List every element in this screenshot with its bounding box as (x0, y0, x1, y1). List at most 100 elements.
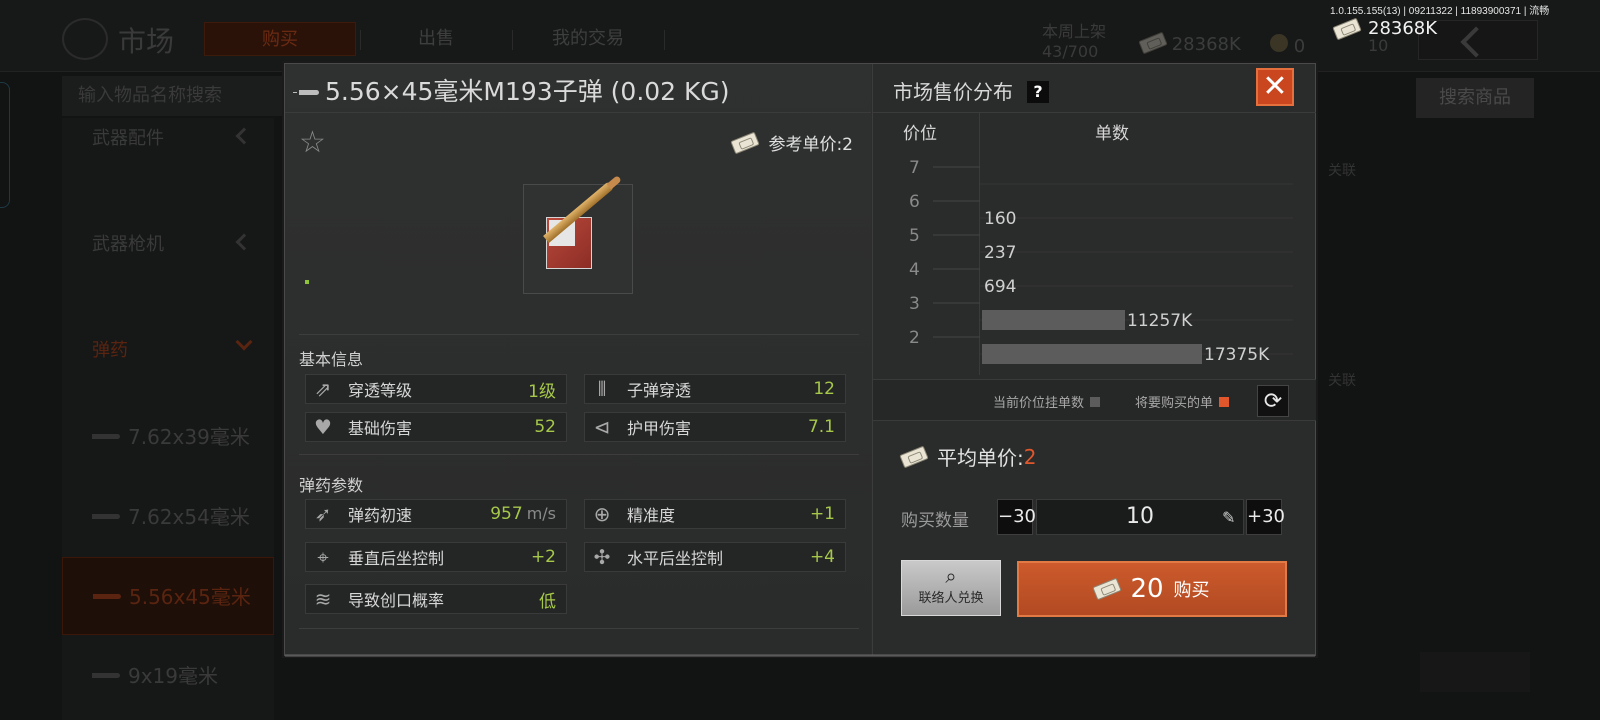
velocity-unit: m/s (526, 504, 556, 523)
reference-price: 参考单价:2 (730, 130, 853, 155)
close-button[interactable]: ✕ (1256, 68, 1294, 106)
status-dot (305, 280, 309, 284)
bullet-icon (293, 89, 319, 95)
bg-refresh-button[interactable] (1420, 652, 1530, 692)
stat-muzzle-velocity: ➶ 弹药初速 957 m/s (305, 499, 567, 529)
column-price-header: 价位 (903, 124, 937, 144)
legend-buy: 将要购买的单 (1135, 392, 1230, 411)
stat-vertical-recoil: ⌖ 垂直后坐控制 +2 (305, 542, 567, 572)
weekly-listing-label: 本周上架 (1042, 22, 1107, 41)
stat-value: 957 m/s (490, 504, 566, 524)
divider (285, 112, 871, 113)
buy-button[interactable]: 20 购买 (1017, 561, 1287, 617)
quantity-label: 购买数量 (901, 511, 969, 531)
tab-divider (664, 30, 665, 50)
price-tick-label: 7 (909, 158, 920, 178)
tab-my-trades[interactable]: 我的交易 (512, 22, 664, 56)
crosshair-icon: ⊕ (593, 502, 611, 526)
stat-horizontal-recoil: ✣ 水平后坐控制 +4 (584, 542, 846, 572)
search-icon: ⌕ (945, 564, 957, 588)
price-bar (982, 344, 1202, 364)
average-price-value: 2 (1023, 444, 1037, 469)
money-bill-icon (899, 445, 929, 468)
money-bill-icon (1092, 577, 1123, 601)
bar-count-label: 694 (984, 277, 1016, 297)
bg-coins: 0 (1270, 34, 1305, 57)
increase-quantity-button[interactable]: +30 (1246, 499, 1285, 535)
stat-value: 低 (539, 591, 556, 612)
basic-info-title: 基本信息 (299, 350, 364, 369)
pencil-icon[interactable]: ✎ (1222, 508, 1235, 527)
favorite-star-icon[interactable]: ☆ (299, 128, 326, 158)
price-tick-label: 5 (909, 226, 920, 246)
quantity-input[interactable]: 10 (1036, 499, 1244, 535)
contact-exchange-label: 联络人兑换 (918, 591, 984, 606)
weekly-listing-count: 43/700 (1042, 42, 1099, 61)
vertical-recoil-icon: ⌖ (317, 545, 329, 569)
tab-buy[interactable]: 购买 (204, 22, 356, 56)
follow-link[interactable]: 关联 (1328, 160, 1356, 180)
item-image (523, 180, 633, 294)
chart-plot: 76543216023769411257K17375K10664K (909, 158, 1293, 365)
legend-buy-swatch (1219, 396, 1230, 407)
stat-value: +4 (809, 547, 835, 567)
stat-value: 1级 (528, 381, 556, 402)
money-bill-icon (1138, 31, 1168, 55)
ammo-item-5-56x45[interactable]: 5.56x45毫米 (62, 557, 274, 635)
search-items-button[interactable]: 搜索商品 (1416, 78, 1534, 118)
item-name: 5.56×45毫米M193子弹 (0.02 KG) (325, 77, 730, 106)
bar-count-label: 17375K (1204, 345, 1270, 365)
stat-value: 12 (813, 379, 835, 399)
tab-sell[interactable]: 出售 (360, 22, 512, 56)
category-weapon-accessories[interactable]: 武器配件 (92, 124, 164, 150)
chart-legend: 当前价位挂单数 将要购买的单 ⟳ (873, 379, 1316, 421)
price-tick-label: 2 (909, 328, 920, 348)
side-edge-handle[interactable] (0, 82, 10, 208)
stat-value: +1 (809, 504, 835, 524)
help-icon[interactable]: ? (1027, 81, 1049, 103)
legend-current-label: 当前价位挂单数 (993, 396, 1085, 411)
average-price: 平均单价: 2 (899, 442, 1037, 471)
price-tick-label: 4 (909, 260, 920, 280)
legend-current-swatch (1090, 396, 1101, 407)
stat-value: 52 (534, 417, 556, 437)
buy-label: 购买 (1173, 580, 1210, 601)
stat-armor-damage: ⊲ 护甲伤害 7.1 (584, 412, 846, 442)
bar-count-label: 160 (984, 209, 1016, 229)
item-title: 5.56×45毫米M193子弹 (0.02 KG) (293, 72, 730, 112)
bar-count-label: 11257K (1127, 311, 1193, 331)
decrease-quantity-button[interactable]: −30 (997, 499, 1036, 535)
price-bar (982, 310, 1125, 330)
stat-label: 精准度 (627, 506, 676, 525)
stat-label: 水平后坐控制 (627, 549, 724, 568)
item-purchase-dialog: 5.56×45毫米M193子弹 (0.02 KG) ☆ 参考单价:2 基本信息 … (284, 63, 1316, 657)
ammo-item-7-62x39[interactable]: 7.62x39毫米 (62, 398, 274, 476)
wound-icon: ≋ (314, 587, 332, 611)
second-currency: 10 (1368, 36, 1389, 55)
bg-coins-value: 0 (1293, 36, 1306, 57)
bg-money: 28368K (1138, 31, 1241, 55)
buy-price: 20 (1130, 574, 1164, 604)
bar-count-label: 237 (984, 243, 1016, 263)
stat-value: +2 (530, 547, 556, 567)
velocity-value: 957 (490, 504, 523, 524)
armor-damage-icon: ⊲ (593, 415, 611, 439)
ammo-item-7-62x54[interactable]: 7.62x54毫米 (62, 478, 274, 556)
stat-label: 护甲伤害 (627, 419, 692, 438)
stat-bullet-penetration: ⦀ 子弹穿透 12 (584, 374, 846, 404)
stat-label: 弹药初速 (348, 506, 413, 525)
ammo-item-9x19[interactable]: 9x19毫米 (62, 637, 274, 715)
stat-label: 子弹穿透 (627, 381, 692, 400)
follow-link[interactable]: 关联 (1328, 370, 1356, 390)
refresh-icon[interactable]: ⟳ (1257, 385, 1289, 417)
stat-label: 基础伤害 (348, 419, 413, 438)
chart-header: 价位 单数 (873, 113, 1316, 145)
category-weapon-actions[interactable]: 武器枪机 (92, 230, 164, 256)
price-tick-label: 6 (909, 192, 920, 212)
category-ammo[interactable]: 弹药 (92, 336, 128, 362)
horizontal-recoil-icon: ✣ (593, 545, 611, 569)
muzzle-velocity-icon: ➶ (314, 502, 332, 526)
contact-exchange-button[interactable]: ⌕ 联络人兑换 (901, 560, 1001, 616)
stat-value: 7.1 (807, 417, 835, 437)
price-distribution-chart: 价位 单数 76543216023769411257K17375K10664K (873, 113, 1316, 375)
